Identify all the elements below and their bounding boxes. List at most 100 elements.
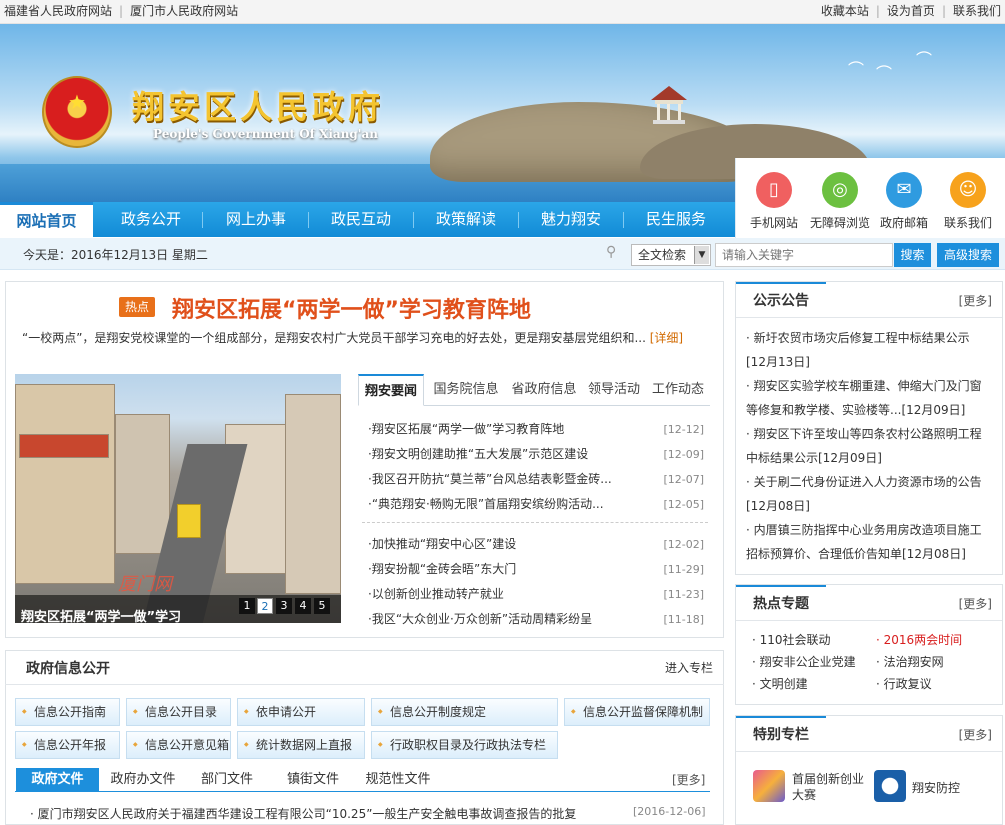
hot-topics-title: 热点专题 (736, 585, 826, 621)
hot-topics-more-link[interactable]: [更多] (959, 595, 992, 612)
topic-link[interactable]: · 行政复议 (876, 675, 932, 692)
topic-link[interactable]: · 法治翔安网 (876, 653, 944, 670)
tab-provincial-gov[interactable]: 省政府信息 (508, 374, 580, 406)
bookmark-link[interactable]: 收藏本站 (821, 4, 869, 18)
gov-info-button[interactable]: 依申请公开 (237, 698, 365, 726)
nav-charm[interactable]: 魅力翔安 (519, 202, 623, 237)
topic-link[interactable]: · 110社会联动 (752, 631, 831, 648)
news-title: ·“典范翔安·畅购无限”首届翔安缤纷购活动... (368, 497, 604, 511)
mobile-icon: ▯ (756, 172, 792, 208)
tab-gov-documents[interactable]: 政府文件 (16, 768, 99, 792)
topic-link[interactable]: · 文明创建 (752, 675, 808, 692)
tab-dept-documents[interactable]: 部门文件 (190, 768, 264, 792)
tab-town-documents[interactable]: 镇街文件 (276, 768, 350, 792)
nav-livelihood[interactable]: 民生服务 (624, 202, 728, 237)
slide-dot[interactable]: 3 (276, 598, 292, 614)
news-item[interactable]: ·我区“大众创业·万众创新”活动周精彩纷呈 [11-18] (368, 607, 704, 632)
gov-info-button[interactable]: 行政职权目录及行政执法专栏 (371, 731, 558, 759)
news-title: ·我区召开防抗“莫兰蒂”台风总结表彰暨金砖... (368, 472, 612, 486)
accessibility-link[interactable]: ◎ 无障碍浏览 (806, 172, 874, 231)
gov-info-button[interactable]: 信息公开年报 (15, 731, 120, 759)
news-item[interactable]: ·加快推动“翔安中心区”建设 [12-02] (368, 532, 704, 557)
gov-info-button[interactable]: 信息公开意见箱 (126, 731, 231, 759)
nav-interaction[interactable]: 政民互动 (309, 202, 413, 237)
headline-title[interactable]: 翔安区拓展“两学一做”学习教育阵地 (172, 292, 531, 324)
slide-dot[interactable]: 4 (295, 598, 311, 614)
gov-info-title: 政府信息公开 (26, 661, 110, 677)
gov-info-button[interactable]: 信息公开监督保障机制 (564, 698, 710, 726)
notice-item[interactable]: · 翔安区下许至垵山等四条农村公路照明工程中标结果公示[12月09日] (746, 422, 986, 470)
topic-link[interactable]: · 2016两会时间 (876, 631, 962, 648)
special-column-more-link[interactable]: [更多] (959, 726, 992, 743)
notice-item[interactable]: · 关于刷二代身份证进入人力资源市场的公告[12月08日] (746, 470, 986, 518)
gov-docs-more-link[interactable]: [更多] (672, 771, 705, 788)
headline-summary-text: “一校两点”，是翔安党校课堂的一个组成部分，是翔安农村广大党员干部学习充电的好去… (22, 331, 646, 345)
search-scope-value: 全文检索 (638, 248, 687, 262)
topic-link[interactable]: · 翔安非公企业党建 (752, 653, 856, 670)
tab-xiangan-news[interactable]: 翔安要闻 (358, 374, 424, 406)
news-item[interactable]: ·以创新创业推动转产就业 [11-23] (368, 582, 704, 607)
slide-dot[interactable]: 5 (314, 598, 330, 614)
gov-info-button[interactable]: 信息公开目录 (126, 698, 231, 726)
search-scope-select[interactable]: 全文检索 ▼ (631, 244, 711, 266)
contact-us-link[interactable]: ☺ 联系我们 (934, 172, 1002, 231)
nav-policy[interactable]: 政策解读 (414, 202, 518, 237)
slide-dot-active[interactable]: 2 (257, 598, 273, 614)
gov-info-button[interactable]: 信息公开指南 (15, 698, 120, 726)
search-input[interactable] (715, 243, 893, 267)
slide-dot[interactable]: 1 (239, 598, 255, 614)
fujian-gov-link[interactable]: 福建省人民政府网站 (4, 4, 112, 18)
search-icon: ⚲ (606, 244, 617, 260)
notice-item[interactable]: · 内厝镇三防指挥中心业务用房改造项目施工招标预算价、合理低价告知单[12月08… (746, 518, 986, 566)
tab-leadership[interactable]: 领导活动 (584, 374, 644, 406)
separator: | (119, 4, 124, 18)
nav-online-services[interactable]: 网上办事 (204, 202, 308, 237)
news-date: [12-12] (663, 423, 704, 436)
slideshow-caption[interactable]: 翔安区拓展“两学一做”学习 (15, 595, 341, 623)
innovation-contest-icon[interactable] (753, 770, 785, 802)
gov-mailbox-link[interactable]: ✉ 政府邮箱 (870, 172, 938, 231)
gov-info-button[interactable]: 统计数据网上直报 (237, 731, 365, 759)
news-item[interactable]: ·“典范翔安·畅购无限”首届翔安缤纷购活动... [12-05] (368, 492, 704, 517)
nav-divider (202, 212, 203, 228)
special-link[interactable]: 首届创新创业大赛 (792, 771, 868, 803)
news-date: [11-18] (663, 613, 704, 626)
mobile-site-link[interactable]: ▯ 手机网站 (740, 172, 808, 231)
document-item[interactable]: · 厦门市翔安区人民政府关于福建西华建设工程有限公司“10.25”一般生产安全触… (30, 805, 576, 822)
news-item[interactable]: ·翔安扮靓“金砖会晤”东大门 [11-29] (368, 557, 704, 582)
tab-gov-office-documents[interactable]: 政府办文件 (104, 768, 182, 792)
building-image (115, 414, 170, 554)
tab-state-council[interactable]: 国务院信息 (430, 374, 502, 406)
nav-home[interactable]: 网站首页 (0, 202, 93, 237)
quick-link-label: 手机网站 (749, 216, 798, 230)
accessibility-icon: ◎ (822, 172, 858, 208)
gov-info-button[interactable]: 信息公开制度规定 (371, 698, 558, 726)
advanced-search-button[interactable]: 高级搜索 (937, 243, 999, 267)
contact-link[interactable]: 联系我们 (953, 4, 1001, 18)
headline-detail-link[interactable]: [详细] (650, 331, 683, 345)
nav-gov-affairs[interactable]: 政务公开 (100, 202, 202, 237)
top-bar: 福建省人民政府网站 | 厦门市人民政府网站 收藏本站 | 设为首页 | 联系我们 (0, 0, 1005, 24)
notices-more-link[interactable]: [更多] (959, 292, 992, 309)
prevention-control-icon[interactable] (874, 770, 906, 802)
search-button[interactable]: 搜索 (894, 243, 931, 267)
notices-header: 公示公告 [更多] (736, 282, 1002, 318)
separator: | (941, 4, 946, 18)
news-item[interactable]: ·我区召开防抗“莫兰蒂”台风总结表彰暨金砖... [12-07] (368, 467, 704, 492)
tab-work-updates[interactable]: 工作动态 (648, 374, 708, 406)
gov-info-more-link[interactable]: 进入专栏 (665, 659, 713, 676)
tab-normative-documents[interactable]: 规范性文件 (360, 768, 436, 792)
notice-item[interactable]: · 翔安区实验学校车棚重建、伸缩大门及门窗等修复和教学楼、实验楼等...[12月… (746, 374, 986, 422)
news-title: ·我区“大众创业·万众创新”活动周精彩纷呈 (368, 612, 593, 626)
building-image (19, 434, 109, 458)
slideshow-image[interactable] (15, 374, 341, 623)
news-item[interactable]: ·翔安区拓展“两学一做”学习教育阵地 [12-12] (368, 417, 704, 442)
chevron-down-icon: ▼ (694, 246, 709, 264)
xiamen-gov-link[interactable]: 厦门市人民政府网站 (130, 4, 238, 18)
special-link[interactable]: 翔安防控 (912, 779, 960, 796)
notice-item[interactable]: · 新圩农贸市场灾后修复工程中标结果公示[12月13日] (746, 326, 986, 374)
external-links: 福建省人民政府网站 | 厦门市人民政府网站 (4, 0, 238, 22)
news-item[interactable]: ·翔安文明创建助推“五大发展”示范区建设 [12-09] (368, 442, 704, 467)
set-homepage-link[interactable]: 设为首页 (887, 4, 935, 18)
contact-icon: ☺ (950, 172, 986, 208)
